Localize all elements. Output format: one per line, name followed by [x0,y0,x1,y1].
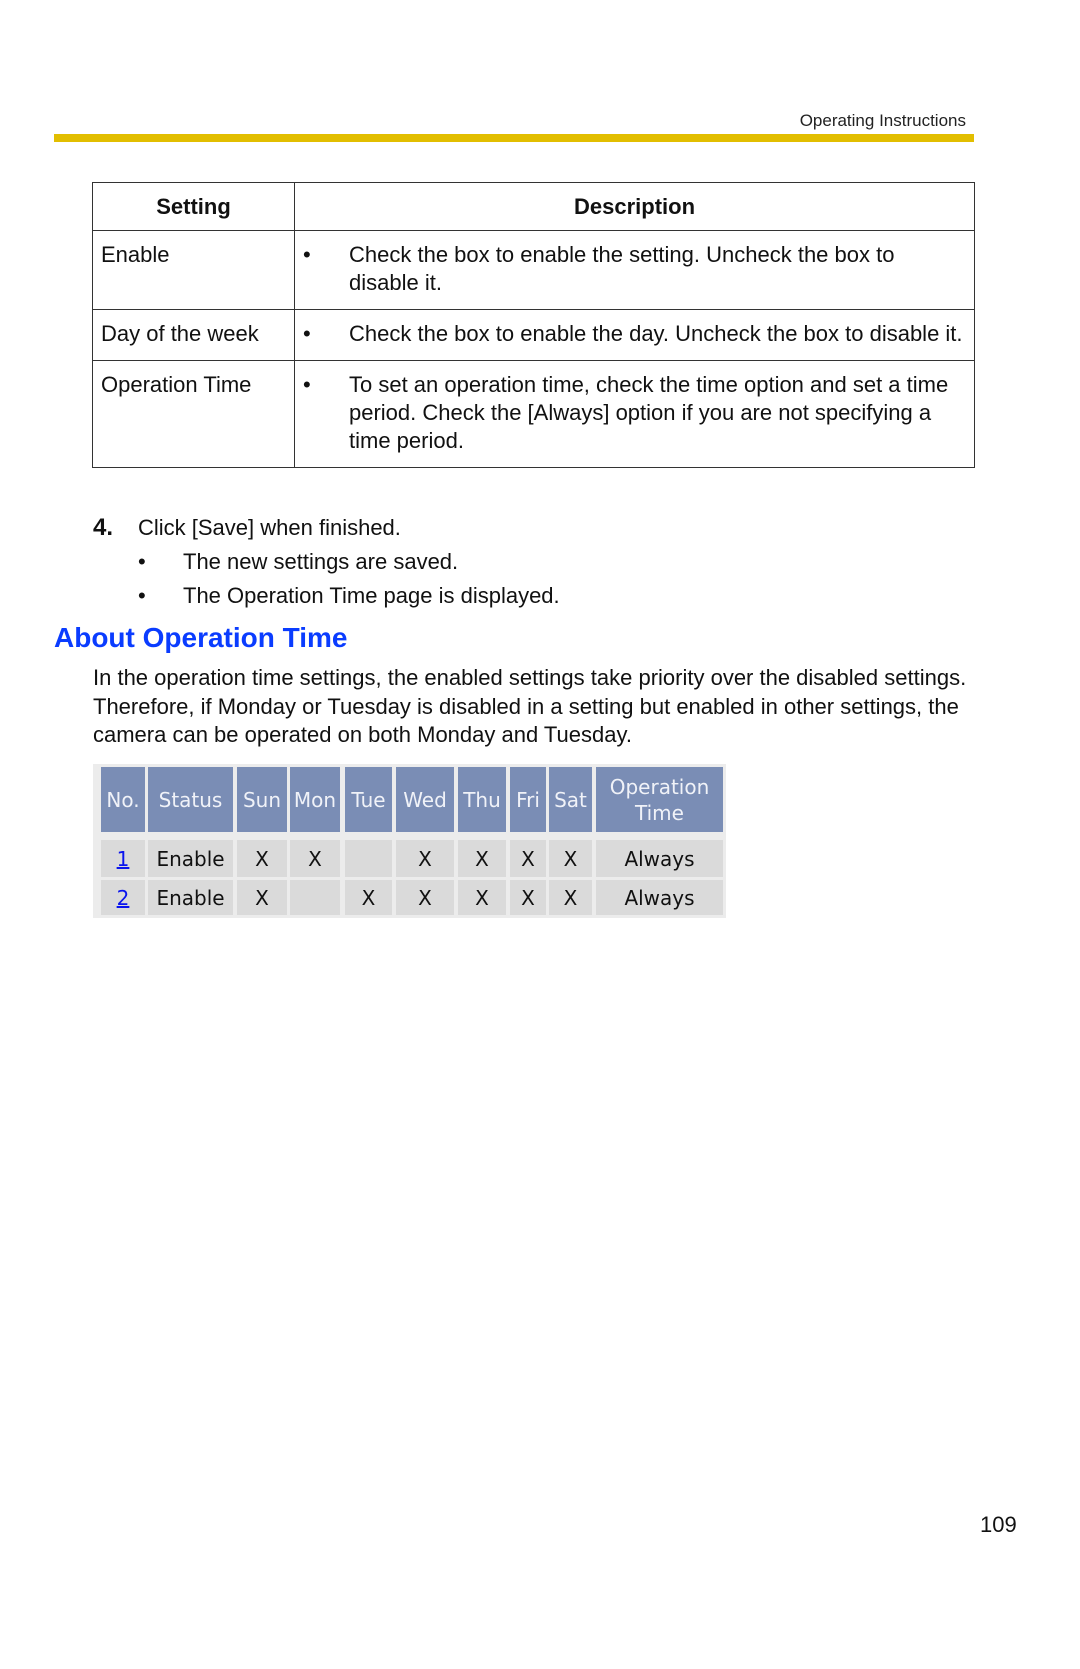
column-header-fri: Fri [510,767,546,832]
column-header-sat: Sat [549,767,592,832]
column-header-tue: Tue [345,767,392,832]
cell-mon [290,880,340,915]
cell-no: 2 [101,880,145,915]
cell-operation-time: Always [596,840,723,877]
cell-thu: X [458,880,506,915]
column-header-status: Status [148,767,233,832]
cell-sat: X [549,880,592,915]
setting-name: Day of the week [92,309,295,361]
day-mark: X [563,846,578,871]
section-heading: About Operation Time [54,622,348,653]
day-mark: X [563,885,578,910]
cell-mon: X [290,840,340,877]
setting-description: • To set an operation time, check the ti… [294,360,975,468]
description-text: Check the box to enable the setting. Unc… [349,242,895,295]
running-header: Operating Instructions [799,111,966,130]
bullet-icon: • [303,372,311,397]
cell-operation-time: Always [596,880,723,915]
setting-description: • Check the box to enable the setting. U… [294,230,975,310]
cell-sun: X [237,880,287,915]
page-number: 109 [980,1512,1017,1537]
table-row: Enable • Check the box to enable the set… [92,230,975,310]
bullet-icon: • [303,321,311,346]
section-paragraph: In the operation time settings, the enab… [93,665,967,747]
day-mark: X [255,885,269,910]
day-mark: X [521,846,535,871]
step-text: Click [Save] when finished. [138,515,401,540]
day-mark: X [475,885,489,910]
entry-number-link[interactable]: 1 [117,847,130,871]
table-row: Operation Time • To set an operation tim… [92,360,975,468]
day-mark: X [361,885,376,910]
cell-wed: X [396,880,454,915]
day-mark: X [418,885,432,910]
cell-status: Enable [148,840,233,877]
column-header-thu: Thu [458,767,506,832]
settings-table: Setting Description Enable • Check the b… [92,182,975,468]
status-value: Enable [156,885,225,910]
settings-table-header: Setting Description [92,182,975,231]
day-mark: X [475,846,489,871]
day-mark: X [308,846,322,871]
column-header-mon: Mon [290,767,340,832]
step-number: 4. [93,514,114,541]
table-row: Day of the week • Check the box to enabl… [92,309,975,361]
entry-number-link[interactable]: 2 [117,886,130,910]
list-item-text: The Operation Time page is displayed. [183,583,560,608]
description-text: To set an operation time, check the time… [349,372,949,453]
description-text: Check the box to enable the day. Uncheck… [349,321,963,346]
column-header-wed: Wed [396,767,454,832]
cell-fri: X [510,840,546,877]
column-header-setting: Setting [92,182,295,231]
cell-fri: X [510,880,546,915]
column-header-no: No. [101,767,145,832]
cell-wed: X [396,840,454,877]
bullet-icon: • [303,242,311,267]
cell-tue [345,840,392,877]
setting-name: Operation Time [92,360,295,468]
cell-tue: X [345,880,392,915]
operation-time-table: No. Status Sun Mon Tue Wed Thu Fri Sat Operation … [93,764,726,918]
cell-sun: X [237,840,287,877]
cell-thu: X [458,840,506,877]
bullet-icon: • [138,549,146,574]
cell-status: Enable [148,880,233,915]
cell-no: 1 [101,840,145,877]
status-value: Enable [156,846,225,871]
column-header-description: Description [294,182,975,231]
operation-time-value: Always [624,885,695,910]
column-header-operation-time: Operation Time [596,767,723,832]
day-mark: X [521,885,535,910]
step-4: 4. Click [Save] when finished. [93,513,401,543]
operation-time-value: Always [624,846,695,871]
list-item-text: The new settings are saved. [183,549,459,574]
setting-name: Enable [92,230,295,310]
day-mark: X [255,846,269,871]
setting-description: • Check the box to enable the day. Unche… [294,309,975,361]
cell-sat: X [549,840,592,877]
bullet-icon: • [138,583,146,608]
column-header-sun: Sun [237,767,287,832]
day-mark: X [418,846,432,871]
header-accent-bar [54,134,974,142]
